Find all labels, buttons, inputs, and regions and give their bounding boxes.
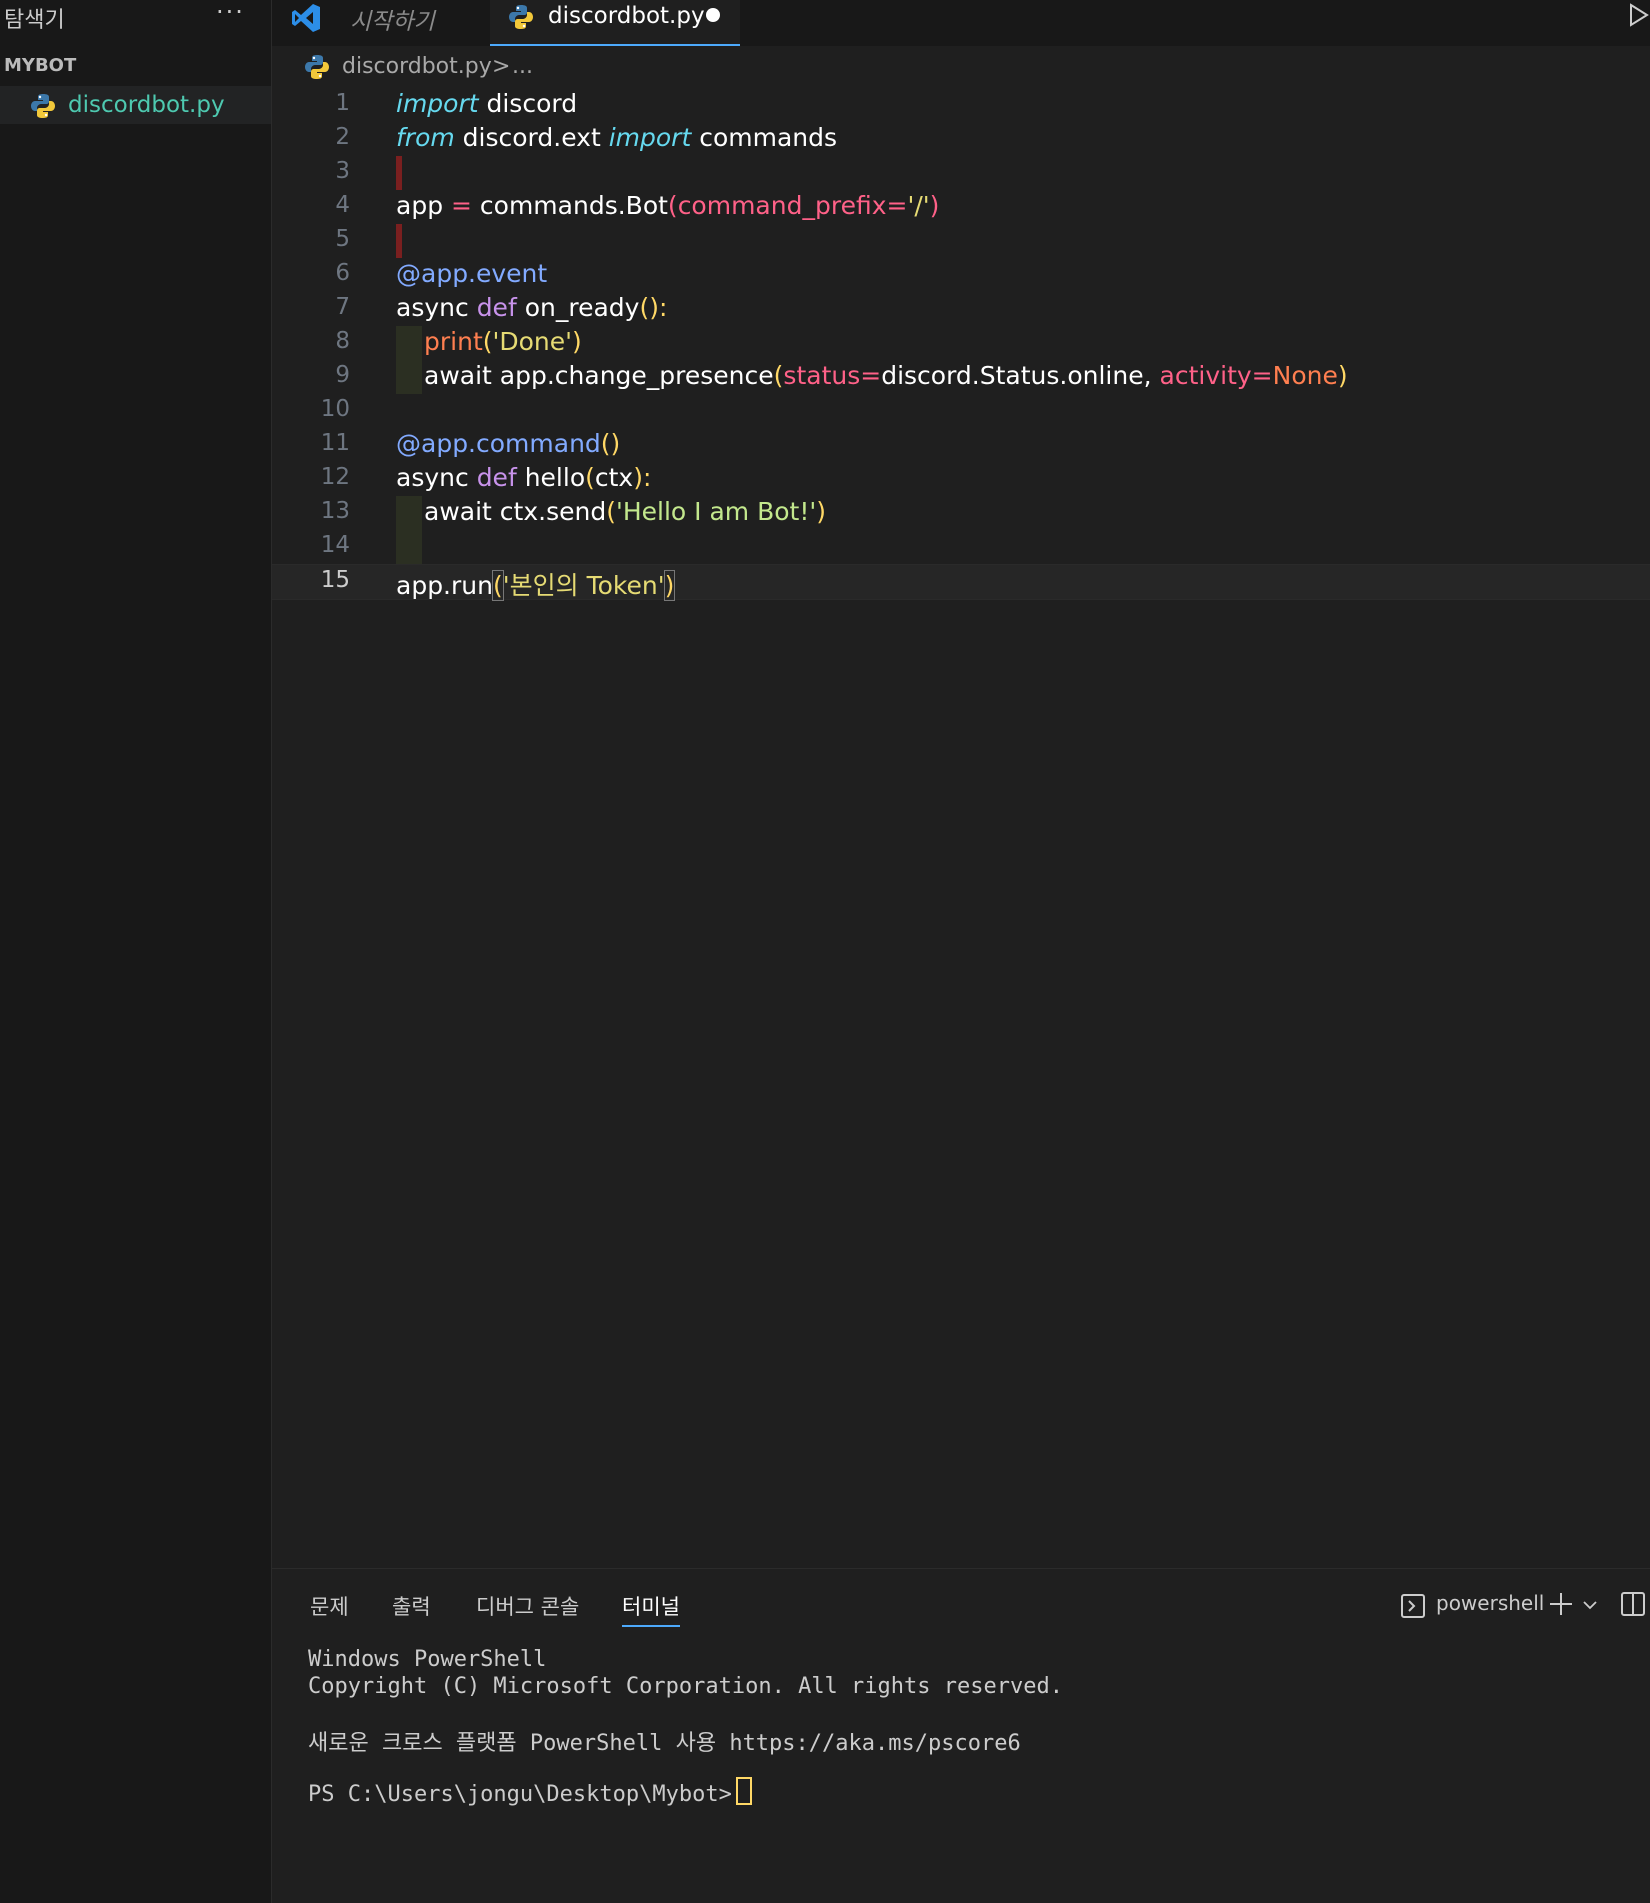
- code-text: async def on_ready():: [396, 293, 668, 322]
- explorer-file-item[interactable]: discordbot.py: [0, 86, 271, 124]
- breadcrumb-file[interactable]: discordbot.py: [342, 54, 492, 79]
- tab-discordbot-label: discordbot.py: [548, 3, 705, 29]
- code-text: print('Done'): [424, 327, 582, 356]
- terminal-cursor: [735, 1777, 752, 1805]
- line-number: 2: [335, 124, 350, 150]
- code-line: 4 app = commands.Bot(command_prefix='/'): [272, 190, 1650, 224]
- indent-guide: [396, 360, 422, 394]
- code-line: 3: [272, 156, 1650, 190]
- explorer-title: 탐색기: [4, 8, 65, 33]
- code-line: 1 import discord: [272, 88, 1650, 122]
- terminal-prompt-line[interactable]: PS C:\Users\jongu\Desktop\Mybot>: [308, 1777, 752, 1807]
- tab-output[interactable]: 출력: [392, 1591, 431, 1621]
- run-python-file-icon[interactable]: [1628, 2, 1650, 28]
- code-line: 12 async def hello(ctx):: [272, 462, 1650, 496]
- code-text: await app.change_presence(status=discord…: [424, 361, 1348, 390]
- python-file-icon: [509, 5, 533, 29]
- terminal-prompt: PS C:\Users\jongu\Desktop\Mybot>: [308, 1782, 732, 1807]
- python-file-icon: [305, 55, 329, 79]
- line-number: 9: [335, 362, 350, 388]
- line-number: 7: [335, 294, 350, 320]
- code-text: import discord: [396, 89, 578, 118]
- code-line-current: 15 app.run('본인의 Token'): [272, 564, 1650, 601]
- breadcrumb-chevron-icon: >: [492, 54, 511, 79]
- terminal-line: Windows PowerShell: [308, 1647, 547, 1672]
- line-number: 1: [335, 90, 350, 116]
- line-number: 3: [335, 158, 350, 184]
- code-line: 8 print('Done'): [272, 326, 1650, 360]
- code-line: 10: [272, 394, 1650, 428]
- unsaved-dot-icon[interactable]: [706, 8, 720, 22]
- terminal-line: Copyright (C) Microsoft Corporation. All…: [308, 1674, 1063, 1699]
- indent-guide: [396, 530, 422, 564]
- python-file-icon: [31, 94, 55, 118]
- whitespace-error-marker: [396, 224, 402, 258]
- code-text: from discord.ext import commands: [396, 123, 838, 152]
- tab-debug-console[interactable]: 디버그 콘솔: [476, 1591, 579, 1621]
- terminal-shell-name[interactable]: powershell: [1436, 1591, 1544, 1615]
- line-number: 4: [335, 192, 350, 218]
- indent-guide: [396, 496, 422, 530]
- new-terminal-plus-icon[interactable]: [1548, 1591, 1574, 1617]
- code-line: 13 await ctx.send('Hello I am Bot!'): [272, 496, 1650, 530]
- code-text: app = commands.Bot(command_prefix='/'): [396, 191, 940, 220]
- line-number: 13: [320, 498, 350, 524]
- more-actions-icon[interactable]: ···: [216, 0, 245, 26]
- vscode-logo-icon: [292, 4, 320, 32]
- code-text: await ctx.send('Hello I am Bot!'): [424, 497, 827, 526]
- line-number: 14: [320, 532, 350, 558]
- line-number: 11: [320, 430, 350, 456]
- line-number: 10: [320, 396, 350, 422]
- tab-discordbot[interactable]: discordbot.py: [490, 0, 740, 46]
- terminal-line: 새로운 크로스 플랫폼 PowerShell 사용 https://aka.ms…: [308, 1731, 1021, 1756]
- line-number: 8: [335, 328, 350, 354]
- code-text: @app.command(): [396, 429, 621, 458]
- explorer-file-label: discordbot.py: [68, 92, 225, 118]
- code-line: 5: [272, 224, 1650, 258]
- code-text: @app.event: [396, 259, 548, 288]
- whitespace-error-marker: [396, 156, 402, 190]
- workspace-folder-header[interactable]: MYBOT: [4, 55, 76, 76]
- chevron-down-icon[interactable]: [1582, 1597, 1598, 1613]
- split-terminal-icon[interactable]: [1620, 1591, 1646, 1617]
- tab-problems[interactable]: 문제: [310, 1591, 349, 1621]
- tab-welcome-label: 시작하기: [350, 9, 435, 35]
- line-number: 5: [335, 226, 350, 252]
- code-text: async def hello(ctx):: [396, 463, 652, 492]
- code-line: 2 from discord.ext import commands: [272, 122, 1650, 156]
- code-line: 14: [272, 530, 1650, 564]
- tab-terminal[interactable]: 터미널: [622, 1591, 680, 1627]
- indent-guide: [396, 326, 422, 360]
- editor-tab-bar: 시작하기 discordbot.py: [272, 0, 1650, 46]
- code-line: 7 async def on_ready():: [272, 292, 1650, 326]
- code-line: 9 await app.change_presence(status=disco…: [272, 360, 1650, 394]
- line-number: 12: [320, 464, 350, 490]
- line-number: 6: [335, 260, 350, 286]
- explorer-sidebar: 탐색기 ··· MYBOT discordbot.py: [0, 0, 272, 1903]
- terminal-icon: [1401, 1594, 1425, 1618]
- bottom-panel: 문제 출력 디버그 콘솔 터미널 powershell Windows Powe…: [272, 1568, 1650, 1903]
- code-line: 11 @app.command(): [272, 428, 1650, 462]
- breadcrumb-symbols[interactable]: ...: [512, 54, 533, 79]
- line-number: 15: [320, 567, 350, 593]
- code-text: app.run('본인의 Token'): [396, 570, 676, 601]
- code-line: 6 @app.event: [272, 258, 1650, 292]
